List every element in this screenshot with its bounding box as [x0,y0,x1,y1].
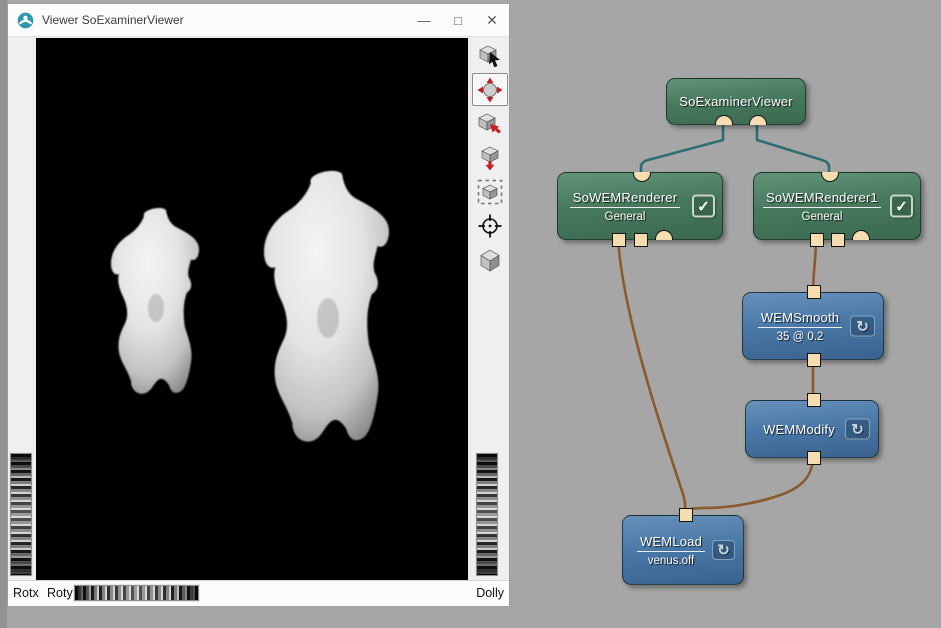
node-sowemrenderer[interactable]: SoWEMRenderer General ✓ [557,172,723,240]
input-connector[interactable] [633,172,651,182]
check-icon: ✓ [895,197,908,215]
wem-input-connector[interactable] [807,393,821,407]
node-sowemrenderer1[interactable]: SoWEMRenderer1 General ✓ [753,172,921,240]
wire-renderer-wemload[interactable] [618,238,685,516]
node-wemsmooth[interactable]: WEMSmooth 35 @ 0.2 ↻ [742,292,884,360]
refresh-icon[interactable]: ↻ [850,316,875,337]
node-soexaminerviewer[interactable]: SoExaminerViewer [666,78,806,125]
wem-output-connector[interactable] [679,508,693,522]
check-icon: ✓ [697,197,710,215]
refresh-icon[interactable]: ↻ [712,540,735,560]
wem-output-connector[interactable] [807,451,821,465]
enable-checkbox[interactable]: ✓ [890,195,913,218]
output-connector[interactable] [749,115,767,125]
wem-input-connector[interactable] [810,233,824,247]
wire-viewer-renderer[interactable] [641,123,723,174]
input-connector[interactable] [821,172,839,182]
refresh-icon[interactable]: ↻ [845,419,870,440]
wem-input-connector[interactable] [612,233,626,247]
output-connector[interactable] [715,115,733,125]
wem-input-connector[interactable] [807,285,821,299]
wem-input-connector[interactable] [634,233,648,247]
node-wemload[interactable]: WEMLoad venus.off ↻ [622,515,744,585]
scene-connector[interactable] [852,230,870,240]
node-wemmodify[interactable]: WEMModify ↻ [745,400,879,458]
wire-wemmodify-wemload[interactable] [685,456,813,516]
wire-viewer-renderer1[interactable] [757,123,829,174]
wem-output-connector[interactable] [807,353,821,367]
wem-input-connector[interactable] [831,233,845,247]
scene-connector[interactable] [655,230,673,240]
enable-checkbox[interactable]: ✓ [692,195,715,218]
